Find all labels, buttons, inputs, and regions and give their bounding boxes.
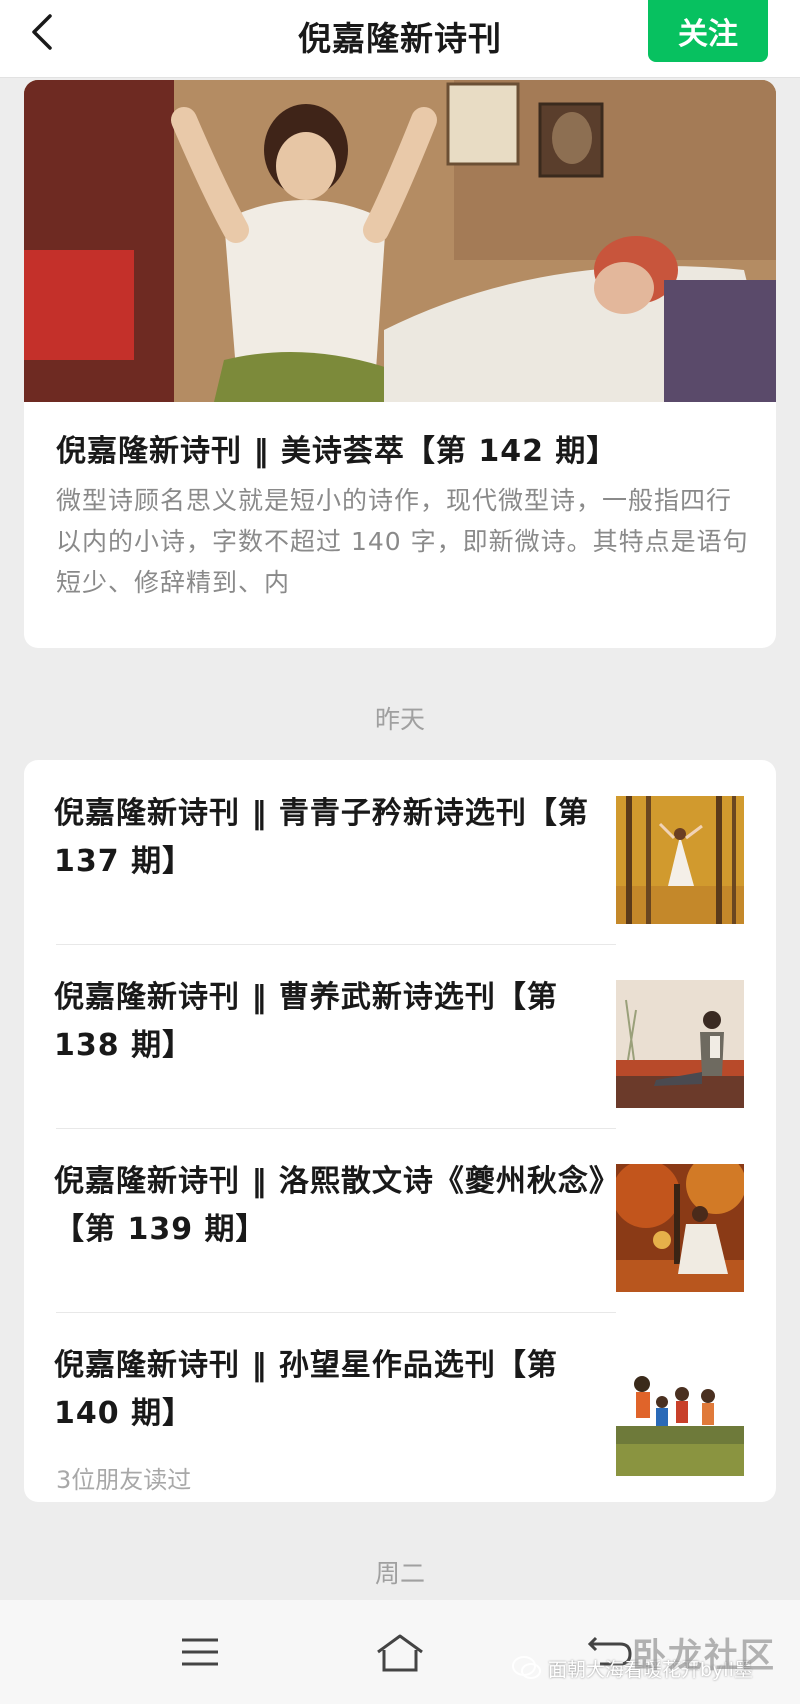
follow-button[interactable]: 关注 bbox=[648, 0, 768, 62]
section-label-tuesday: 周二 bbox=[374, 1559, 425, 1588]
article-thumbnail bbox=[616, 980, 744, 1108]
home-icon bbox=[377, 1634, 423, 1672]
featured-article-description: 微型诗顾名思义就是短小的诗作，现代微型诗，一般指四行以内的小诗，字数不超过 14… bbox=[56, 486, 749, 597]
list-item[interactable]: 倪嘉隆新诗刊 ‖ 曹养武新诗选刊【第 138 期】 bbox=[24, 944, 776, 1128]
featured-article-title[interactable]: 倪嘉隆新诗刊 ‖ 美诗荟萃【第 142 期】 bbox=[56, 426, 756, 470]
article-title[interactable]: 倪嘉隆新诗刊 ‖ 洛熙散文诗《夔州秋念》【第 139 期】 bbox=[54, 1158, 614, 1254]
featured-cover-image bbox=[24, 80, 776, 402]
featured-article-card[interactable]: 倪嘉隆新诗刊 ‖ 美诗荟萃【第 142 期】 微型诗顾名思义就是短小的诗作，现代… bbox=[24, 80, 776, 648]
article-thumbnail bbox=[616, 1348, 744, 1476]
friends-read-count: 3位朋友读过 bbox=[56, 1466, 192, 1494]
article-title[interactable]: 倪嘉隆新诗刊 ‖ 青青子矜新诗选刊【第 137 期】 bbox=[54, 790, 614, 886]
list-item[interactable]: 倪嘉隆新诗刊 ‖ 孙望星作品选刊【第 140 期】 3位朋友读过 bbox=[24, 1312, 776, 1496]
section-label-yesterday: 昨天 bbox=[374, 705, 425, 734]
top-bar: 倪嘉隆新诗刊 关注 bbox=[0, 0, 800, 78]
article-title[interactable]: 倪嘉隆新诗刊 ‖ 曹养武新诗选刊【第 138 期】 bbox=[54, 974, 614, 1070]
list-item[interactable]: 倪嘉隆新诗刊 ‖ 洛熙散文诗《夔州秋念》【第 139 期】 bbox=[24, 1128, 776, 1312]
article-thumbnail bbox=[616, 796, 744, 924]
menu-button[interactable] bbox=[172, 1630, 228, 1674]
menu-icon bbox=[182, 1638, 218, 1666]
list-item[interactable]: 倪嘉隆新诗刊 ‖ 青青子矜新诗选刊【第 137 期】 bbox=[24, 760, 776, 944]
article-title[interactable]: 倪嘉隆新诗刊 ‖ 孙望星作品选刊【第 140 期】 bbox=[54, 1342, 614, 1438]
article-list-card: 倪嘉隆新诗刊 ‖ 青青子矜新诗选刊【第 137 期】 倪嘉隆新诗刊 ‖ 曹养武新… bbox=[24, 760, 776, 1502]
article-thumbnail bbox=[616, 1164, 744, 1292]
watermark-logo: 卧龙社区 bbox=[632, 1636, 776, 1676]
wechat-icon bbox=[512, 1656, 541, 1679]
home-button[interactable] bbox=[372, 1630, 428, 1674]
